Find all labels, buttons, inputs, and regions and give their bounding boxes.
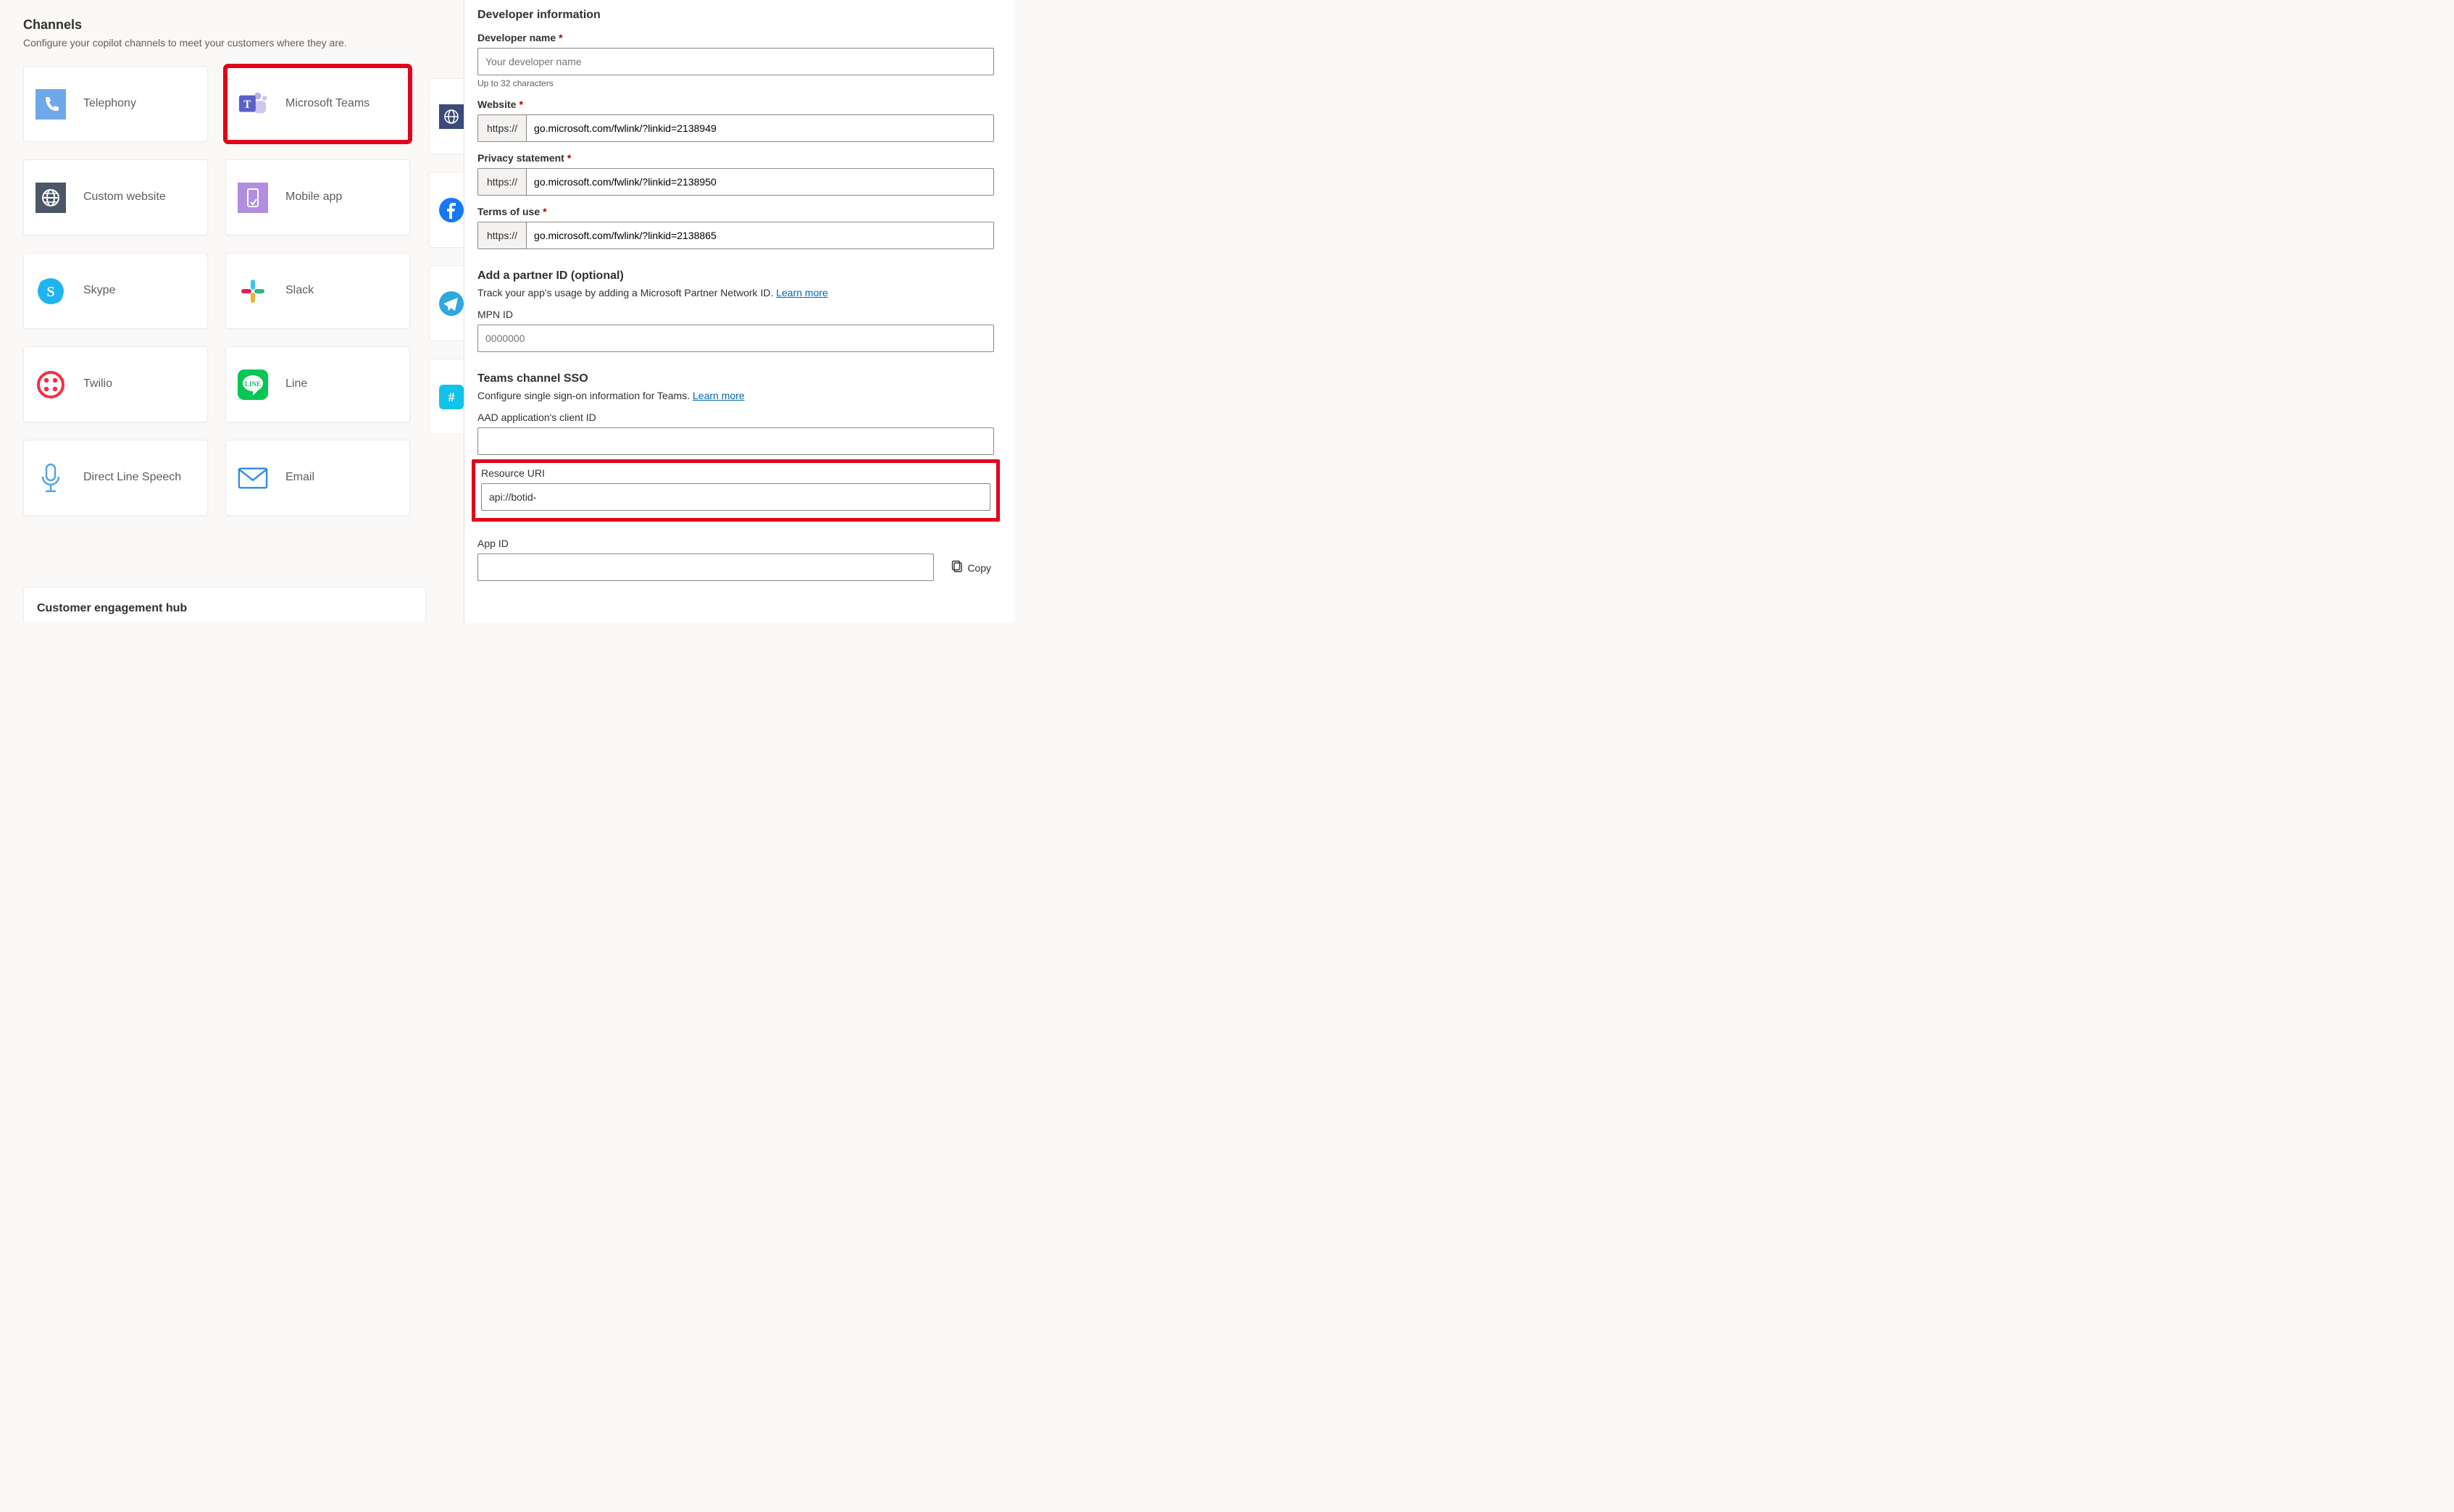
channel-label: Direct Line Speech — [83, 470, 181, 485]
developer-name-label: Developer name* — [477, 32, 994, 43]
svg-text:#: # — [448, 390, 454, 404]
terms-input[interactable] — [527, 222, 993, 248]
sso-desc: Configure single sign-on information for… — [477, 390, 994, 401]
channel-card-microsoft-teams[interactable]: T Microsoft Teams — [225, 66, 410, 142]
channels-partial-column: # — [429, 78, 464, 435]
channel-card-telephony[interactable]: Telephony — [23, 66, 208, 142]
privacy-input-group: https:// — [477, 168, 994, 196]
client-id-label: AAD application's client ID — [477, 412, 994, 423]
phone-icon — [36, 89, 66, 120]
channel-label: Slack — [285, 283, 314, 298]
line-icon: LINE — [238, 369, 268, 400]
channels-panel: Channels Configure your copilot channels… — [0, 0, 464, 623]
channel-card-skype[interactable]: S Skype — [23, 253, 208, 329]
channels-subtitle: Configure your copilot channels to meet … — [23, 37, 449, 49]
https-prefix: https:// — [478, 169, 527, 195]
engagement-hub-title: Customer engagement hub — [37, 602, 187, 614]
channel-label: Email — [285, 470, 314, 485]
partner-learn-more-link[interactable]: Learn more — [776, 287, 828, 298]
slack-icon — [238, 276, 268, 306]
svg-text:S: S — [46, 284, 54, 300]
privacy-input[interactable] — [527, 169, 993, 195]
channel-label: Microsoft Teams — [285, 96, 370, 112]
channel-card-twilio[interactable]: Twilio — [23, 346, 208, 422]
facebook-icon — [438, 197, 464, 223]
channels-grid: Telephony T Microsoft Teams Custom websi… — [23, 66, 449, 516]
mpn-id-input[interactable] — [477, 325, 994, 352]
https-prefix: https:// — [478, 115, 527, 141]
channel-card-partial-1[interactable] — [429, 78, 464, 154]
channel-card-partial-2[interactable] — [429, 172, 464, 248]
channel-card-slack[interactable]: Slack — [225, 253, 410, 329]
mobile-icon — [238, 183, 268, 213]
globe-icon — [36, 183, 66, 213]
channel-card-partial-4[interactable]: # — [429, 359, 464, 435]
twilio-icon — [36, 369, 66, 400]
telegram-icon — [438, 291, 464, 317]
app-id-input[interactable] — [477, 554, 934, 581]
partner-heading: Add a partner ID (optional) — [477, 270, 994, 283]
channel-card-mobile-app[interactable]: Mobile app — [225, 159, 410, 235]
email-icon — [238, 463, 268, 493]
svg-text:T: T — [243, 98, 251, 110]
website-input[interactable] — [527, 115, 993, 141]
developer-info-panel: Developer information Developer name* Up… — [464, 0, 1014, 623]
groupme-icon: # — [438, 384, 464, 410]
skype-icon: S — [36, 276, 66, 306]
channel-card-direct-line-speech[interactable]: Direct Line Speech — [23, 440, 208, 516]
channel-card-email[interactable]: Email — [225, 440, 410, 516]
privacy-label: Privacy statement* — [477, 152, 994, 164]
resource-uri-highlight: Resource URI — [472, 459, 1000, 522]
developer-name-hint: Up to 32 characters — [477, 78, 994, 88]
mpn-id-label: MPN ID — [477, 309, 994, 320]
channels-title: Channels — [23, 17, 449, 33]
resource-uri-input[interactable] — [481, 483, 990, 511]
globe-dark-icon — [438, 104, 464, 130]
channel-label: Twilio — [83, 377, 112, 392]
channel-label: Custom website — [83, 190, 166, 205]
channel-card-partial-3[interactable] — [429, 265, 464, 341]
sso-learn-more-link[interactable]: Learn more — [693, 390, 745, 401]
teams-icon: T — [238, 89, 268, 120]
app-id-label: App ID — [477, 538, 934, 549]
developer-info-heading: Developer information — [477, 9, 994, 22]
channel-label: Mobile app — [285, 190, 342, 205]
terms-input-group: https:// — [477, 222, 994, 249]
channel-label: Telephony — [83, 96, 136, 112]
svg-text:LINE: LINE — [245, 380, 261, 388]
https-prefix: https:// — [478, 222, 527, 248]
channel-label: Line — [285, 377, 307, 392]
customer-engagement-hub-card[interactable]: Customer engagement hub — [23, 587, 426, 621]
partner-desc: Track your app's usage by adding a Micro… — [477, 287, 994, 298]
website-label: Website* — [477, 99, 994, 110]
microphone-icon — [36, 463, 66, 493]
copy-button[interactable]: Copy — [948, 554, 994, 581]
website-input-group: https:// — [477, 114, 994, 142]
terms-label: Terms of use* — [477, 206, 994, 217]
sso-heading: Teams channel SSO — [477, 372, 994, 385]
resource-uri-label: Resource URI — [481, 467, 990, 479]
copy-icon — [951, 560, 963, 575]
developer-name-input[interactable] — [477, 48, 994, 75]
client-id-input[interactable] — [477, 427, 994, 455]
channel-label: Skype — [83, 283, 115, 298]
copy-button-label: Copy — [967, 562, 991, 574]
channel-card-custom-website[interactable]: Custom website — [23, 159, 208, 235]
channel-card-line[interactable]: LINE Line — [225, 346, 410, 422]
